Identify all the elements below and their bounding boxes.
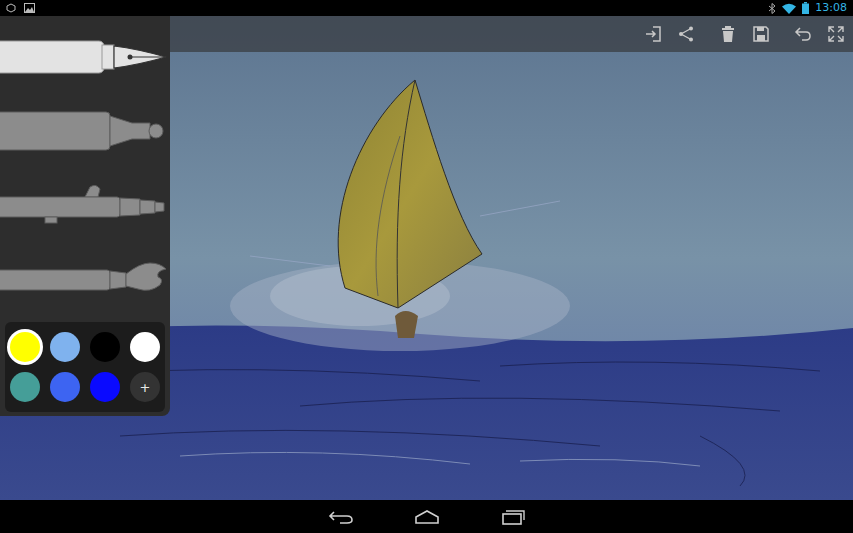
color-swatch[interactable] (10, 372, 40, 402)
color-palette: + (5, 322, 165, 412)
color-swatch[interactable] (50, 332, 80, 362)
color-swatch[interactable] (90, 372, 120, 402)
home-icon[interactable] (414, 509, 440, 525)
sea-strokes (60, 362, 820, 486)
navigation-bar (0, 500, 853, 533)
wifi-icon (782, 3, 796, 14)
add-color-button[interactable]: + (130, 372, 160, 402)
battery-icon (802, 2, 809, 14)
color-swatch[interactable] (130, 332, 160, 362)
tool-panel: + (0, 16, 170, 416)
clock: 13:08 (815, 1, 847, 15)
color-swatch[interactable] (10, 332, 40, 362)
tool-option[interactable] (0, 94, 170, 168)
airbrush-icon[interactable] (0, 185, 170, 225)
color-swatch[interactable] (90, 332, 120, 362)
tool-option[interactable] (0, 242, 170, 316)
bluetooth-icon (768, 3, 776, 14)
sky (0, 16, 853, 500)
marker-icon[interactable] (0, 111, 170, 151)
share-icon[interactable] (677, 25, 695, 43)
status-bar: 13:08 (0, 0, 853, 16)
sail (338, 80, 482, 308)
import-icon[interactable] (644, 25, 662, 43)
recent-apps-icon[interactable] (500, 509, 526, 525)
hull (395, 311, 418, 338)
color-swatch[interactable] (50, 372, 80, 402)
screen: 13:08 + (0, 0, 853, 533)
image-notification-icon (24, 3, 35, 13)
back-icon[interactable] (328, 509, 354, 525)
fullscreen-icon[interactable] (827, 25, 845, 43)
tool-option[interactable] (0, 20, 170, 94)
paintbrush-icon[interactable] (0, 259, 170, 299)
app-notification-icon (6, 3, 16, 13)
undo-icon[interactable] (794, 25, 812, 43)
save-icon[interactable] (752, 25, 770, 43)
fountain-pen-icon[interactable] (0, 37, 170, 77)
tool-option[interactable] (0, 168, 170, 242)
drawing-app: + (0, 16, 853, 500)
trash-icon[interactable] (719, 25, 737, 43)
